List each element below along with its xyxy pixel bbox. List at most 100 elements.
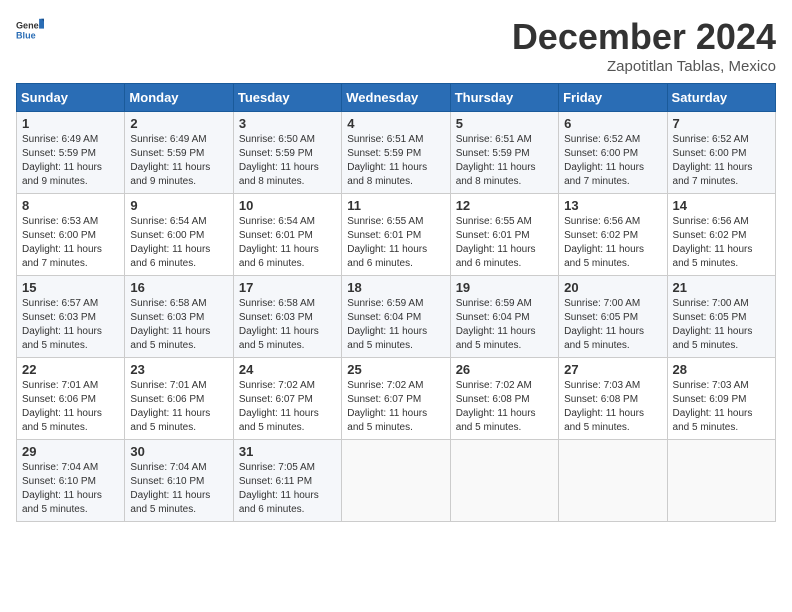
calendar-cell: 23 Sunrise: 7:01 AM Sunset: 6:06 PM Dayl… bbox=[125, 358, 233, 440]
day-info: Sunrise: 6:59 AM Sunset: 6:04 PM Dayligh… bbox=[347, 297, 444, 353]
calendar-row-2: 8 Sunrise: 6:53 AM Sunset: 6:00 PM Dayli… bbox=[17, 194, 776, 276]
day-number: 1 bbox=[22, 116, 119, 131]
logo-icon: General Blue bbox=[16, 16, 44, 44]
day-number: 5 bbox=[456, 116, 553, 131]
day-number: 14 bbox=[673, 198, 770, 213]
calendar-cell: 13 Sunrise: 6:56 AM Sunset: 6:02 PM Dayl… bbox=[559, 194, 667, 276]
calendar-cell bbox=[450, 440, 558, 522]
day-number: 12 bbox=[456, 198, 553, 213]
page-header: General Blue December 2024 Zapotitlan Ta… bbox=[16, 16, 776, 75]
calendar-cell: 5 Sunrise: 6:51 AM Sunset: 5:59 PM Dayli… bbox=[450, 112, 558, 194]
day-info: Sunrise: 6:52 AM Sunset: 6:00 PM Dayligh… bbox=[673, 133, 770, 189]
day-info: Sunrise: 6:57 AM Sunset: 6:03 PM Dayligh… bbox=[22, 297, 119, 353]
day-info: Sunrise: 7:03 AM Sunset: 6:08 PM Dayligh… bbox=[564, 379, 661, 435]
calendar-cell: 30 Sunrise: 7:04 AM Sunset: 6:10 PM Dayl… bbox=[125, 440, 233, 522]
day-number: 31 bbox=[239, 444, 336, 459]
day-info: Sunrise: 6:56 AM Sunset: 6:02 PM Dayligh… bbox=[564, 215, 661, 271]
day-info: Sunrise: 6:52 AM Sunset: 6:00 PM Dayligh… bbox=[564, 133, 661, 189]
day-number: 27 bbox=[564, 362, 661, 377]
day-number: 24 bbox=[239, 362, 336, 377]
day-header-friday: Friday bbox=[559, 84, 667, 112]
calendar-cell: 17 Sunrise: 6:58 AM Sunset: 6:03 PM Dayl… bbox=[233, 276, 341, 358]
calendar-cell: 26 Sunrise: 7:02 AM Sunset: 6:08 PM Dayl… bbox=[450, 358, 558, 440]
calendar-table: SundayMondayTuesdayWednesdayThursdayFrid… bbox=[16, 83, 776, 522]
calendar-cell bbox=[559, 440, 667, 522]
day-info: Sunrise: 6:58 AM Sunset: 6:03 PM Dayligh… bbox=[130, 297, 227, 353]
day-info: Sunrise: 6:54 AM Sunset: 6:01 PM Dayligh… bbox=[239, 215, 336, 271]
calendar-cell: 18 Sunrise: 6:59 AM Sunset: 6:04 PM Dayl… bbox=[342, 276, 450, 358]
day-info: Sunrise: 6:56 AM Sunset: 6:02 PM Dayligh… bbox=[673, 215, 770, 271]
day-info: Sunrise: 7:02 AM Sunset: 6:07 PM Dayligh… bbox=[239, 379, 336, 435]
day-number: 26 bbox=[456, 362, 553, 377]
calendar-cell: 4 Sunrise: 6:51 AM Sunset: 5:59 PM Dayli… bbox=[342, 112, 450, 194]
calendar-cell: 19 Sunrise: 6:59 AM Sunset: 6:04 PM Dayl… bbox=[450, 276, 558, 358]
day-number: 10 bbox=[239, 198, 336, 213]
day-number: 29 bbox=[22, 444, 119, 459]
calendar-cell: 27 Sunrise: 7:03 AM Sunset: 6:08 PM Dayl… bbox=[559, 358, 667, 440]
day-header-monday: Monday bbox=[125, 84, 233, 112]
day-header-wednesday: Wednesday bbox=[342, 84, 450, 112]
day-number: 21 bbox=[673, 280, 770, 295]
calendar-cell: 10 Sunrise: 6:54 AM Sunset: 6:01 PM Dayl… bbox=[233, 194, 341, 276]
day-number: 4 bbox=[347, 116, 444, 131]
day-number: 22 bbox=[22, 362, 119, 377]
calendar-cell: 20 Sunrise: 7:00 AM Sunset: 6:05 PM Dayl… bbox=[559, 276, 667, 358]
day-number: 2 bbox=[130, 116, 227, 131]
calendar-cell: 21 Sunrise: 7:00 AM Sunset: 6:05 PM Dayl… bbox=[667, 276, 775, 358]
day-info: Sunrise: 6:59 AM Sunset: 6:04 PM Dayligh… bbox=[456, 297, 553, 353]
calendar-cell: 25 Sunrise: 7:02 AM Sunset: 6:07 PM Dayl… bbox=[342, 358, 450, 440]
day-info: Sunrise: 7:04 AM Sunset: 6:10 PM Dayligh… bbox=[22, 461, 119, 517]
calendar-cell: 31 Sunrise: 7:05 AM Sunset: 6:11 PM Dayl… bbox=[233, 440, 341, 522]
location: Zapotitlan Tablas, Mexico bbox=[512, 58, 776, 75]
day-header-sunday: Sunday bbox=[17, 84, 125, 112]
day-number: 18 bbox=[347, 280, 444, 295]
day-info: Sunrise: 7:00 AM Sunset: 6:05 PM Dayligh… bbox=[564, 297, 661, 353]
day-number: 16 bbox=[130, 280, 227, 295]
calendar-cell: 22 Sunrise: 7:01 AM Sunset: 6:06 PM Dayl… bbox=[17, 358, 125, 440]
calendar-row-4: 22 Sunrise: 7:01 AM Sunset: 6:06 PM Dayl… bbox=[17, 358, 776, 440]
day-number: 15 bbox=[22, 280, 119, 295]
svg-text:Blue: Blue bbox=[16, 30, 36, 40]
day-info: Sunrise: 6:58 AM Sunset: 6:03 PM Dayligh… bbox=[239, 297, 336, 353]
day-number: 17 bbox=[239, 280, 336, 295]
day-number: 19 bbox=[456, 280, 553, 295]
title-block: December 2024 Zapotitlan Tablas, Mexico bbox=[512, 16, 776, 75]
day-info: Sunrise: 7:01 AM Sunset: 6:06 PM Dayligh… bbox=[22, 379, 119, 435]
calendar-cell: 7 Sunrise: 6:52 AM Sunset: 6:00 PM Dayli… bbox=[667, 112, 775, 194]
day-info: Sunrise: 7:00 AM Sunset: 6:05 PM Dayligh… bbox=[673, 297, 770, 353]
day-header-thursday: Thursday bbox=[450, 84, 558, 112]
day-info: Sunrise: 6:51 AM Sunset: 5:59 PM Dayligh… bbox=[456, 133, 553, 189]
calendar-cell: 1 Sunrise: 6:49 AM Sunset: 5:59 PM Dayli… bbox=[17, 112, 125, 194]
day-info: Sunrise: 6:50 AM Sunset: 5:59 PM Dayligh… bbox=[239, 133, 336, 189]
day-number: 20 bbox=[564, 280, 661, 295]
day-number: 25 bbox=[347, 362, 444, 377]
day-number: 13 bbox=[564, 198, 661, 213]
calendar-cell: 14 Sunrise: 6:56 AM Sunset: 6:02 PM Dayl… bbox=[667, 194, 775, 276]
day-info: Sunrise: 6:49 AM Sunset: 5:59 PM Dayligh… bbox=[22, 133, 119, 189]
calendar-cell: 28 Sunrise: 7:03 AM Sunset: 6:09 PM Dayl… bbox=[667, 358, 775, 440]
calendar-cell: 8 Sunrise: 6:53 AM Sunset: 6:00 PM Dayli… bbox=[17, 194, 125, 276]
calendar-cell: 6 Sunrise: 6:52 AM Sunset: 6:00 PM Dayli… bbox=[559, 112, 667, 194]
logo: General Blue bbox=[16, 16, 44, 44]
calendar-row-5: 29 Sunrise: 7:04 AM Sunset: 6:10 PM Dayl… bbox=[17, 440, 776, 522]
day-info: Sunrise: 6:54 AM Sunset: 6:00 PM Dayligh… bbox=[130, 215, 227, 271]
month-title: December 2024 bbox=[512, 16, 776, 58]
day-number: 8 bbox=[22, 198, 119, 213]
day-number: 11 bbox=[347, 198, 444, 213]
day-info: Sunrise: 6:55 AM Sunset: 6:01 PM Dayligh… bbox=[347, 215, 444, 271]
day-info: Sunrise: 7:02 AM Sunset: 6:07 PM Dayligh… bbox=[347, 379, 444, 435]
day-info: Sunrise: 6:55 AM Sunset: 6:01 PM Dayligh… bbox=[456, 215, 553, 271]
calendar-cell bbox=[667, 440, 775, 522]
calendar-cell: 2 Sunrise: 6:49 AM Sunset: 5:59 PM Dayli… bbox=[125, 112, 233, 194]
calendar-row-1: 1 Sunrise: 6:49 AM Sunset: 5:59 PM Dayli… bbox=[17, 112, 776, 194]
day-info: Sunrise: 7:04 AM Sunset: 6:10 PM Dayligh… bbox=[130, 461, 227, 517]
day-number: 9 bbox=[130, 198, 227, 213]
day-header-tuesday: Tuesday bbox=[233, 84, 341, 112]
day-number: 3 bbox=[239, 116, 336, 131]
day-info: Sunrise: 7:03 AM Sunset: 6:09 PM Dayligh… bbox=[673, 379, 770, 435]
day-info: Sunrise: 7:01 AM Sunset: 6:06 PM Dayligh… bbox=[130, 379, 227, 435]
calendar-cell: 3 Sunrise: 6:50 AM Sunset: 5:59 PM Dayli… bbox=[233, 112, 341, 194]
day-number: 7 bbox=[673, 116, 770, 131]
calendar-cell bbox=[342, 440, 450, 522]
day-info: Sunrise: 7:05 AM Sunset: 6:11 PM Dayligh… bbox=[239, 461, 336, 517]
